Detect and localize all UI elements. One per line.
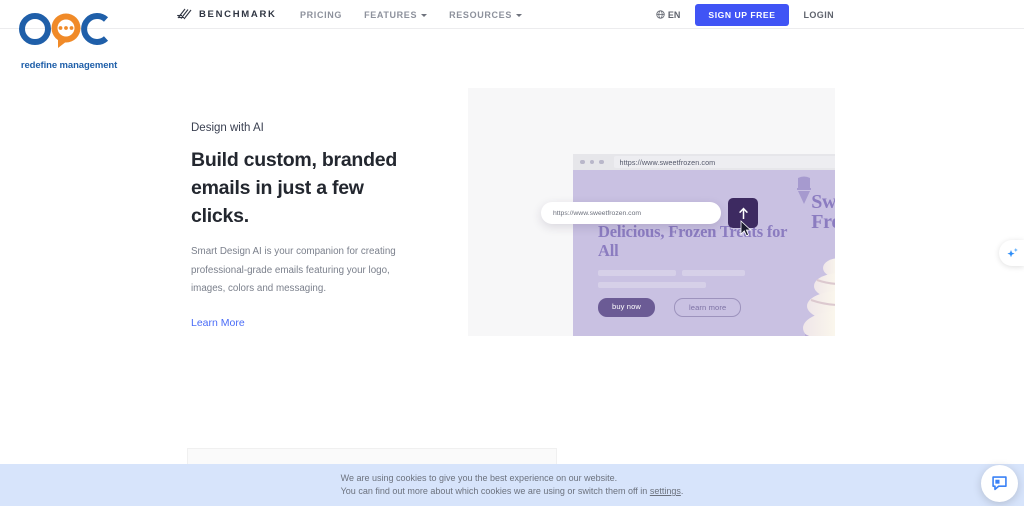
hero-copy: Design with AI Build custom, branded ema… <box>191 122 401 331</box>
cookie-message-line-2: You can find out more about which cookie… <box>341 485 684 498</box>
wordmark-line-2: Frozen <box>811 211 835 233</box>
cookie-line2-prefix: You can find out more about which cookie… <box>340 486 650 496</box>
cookie-message-line-1: We are using cookies to give you the bes… <box>340 473 618 483</box>
promo-heading: Delicious, Frozen Treats for All <box>598 222 788 260</box>
arrow-up-icon <box>738 207 748 219</box>
skeleton-line <box>598 270 676 276</box>
soft-serve-swirl-image <box>803 258 835 336</box>
promo-buttons: buy now learn more <box>598 298 742 317</box>
url-input-field[interactable]: https://www.sweetfrozen.com <box>541 202 721 224</box>
hero-media-card: https://www.sweetfrozen.com Delicious, F… <box>468 88 835 336</box>
site-header: BENCHMARK PRICING FEATURES RESOURCES EN … <box>0 0 1024 29</box>
window-dot-icon <box>589 159 594 165</box>
signup-button[interactable]: SIGN UP FREE <box>695 3 789 26</box>
benchmark-wordmark: BENCHMARK <box>199 8 277 20</box>
language-selector[interactable]: EN <box>656 9 681 20</box>
chevron-down-icon <box>515 13 522 17</box>
nav-item-resources[interactable]: RESOURCES <box>449 10 522 20</box>
main-nav: PRICING FEATURES RESOURCES <box>300 0 522 29</box>
email-preview: Delicious, Frozen Treats for All buy now… <box>573 170 835 336</box>
ooc-logo-icon <box>19 13 109 48</box>
nav-item-label: PRICING <box>300 9 343 20</box>
header-actions: EN SIGN UP FREE LOGIN <box>656 0 834 29</box>
skeleton-line <box>682 270 745 276</box>
browser-mockup: https://www.sweetfrozen.com Delicious, F… <box>573 154 835 336</box>
learn-more-link[interactable]: Learn More <box>191 317 245 329</box>
nav-item-label: RESOURCES <box>449 9 512 20</box>
cookie-settings-link[interactable]: settings <box>650 486 681 496</box>
nav-item-pricing[interactable]: PRICING <box>300 10 342 20</box>
benchmark-slashes-icon <box>177 8 192 20</box>
browser-url-bar: https://www.sweetfrozen.com <box>613 156 835 168</box>
hero-description: Smart Design AI is your companion for cr… <box>191 246 396 294</box>
chat-widget-button[interactable] <box>981 465 1018 502</box>
skeleton-line <box>598 282 706 288</box>
ooc-logo-tagline: redefine management <box>20 60 118 71</box>
language-label: EN <box>667 9 681 20</box>
nav-item-label: FEATURES <box>364 9 418 20</box>
browser-chrome-bar: https://www.sweetfrozen.com <box>573 154 835 170</box>
login-link[interactable]: LOGIN <box>804 10 835 20</box>
window-dot-icon <box>580 159 585 165</box>
chevron-down-icon <box>421 13 428 17</box>
buy-now-button[interactable]: buy now <box>598 298 655 317</box>
chat-bubble-icon <box>992 476 1007 491</box>
learn-more-button[interactable]: learn more <box>673 298 742 317</box>
hero-eyebrow: Design with AI <box>191 122 264 134</box>
wordmark-line-1: Sweet <box>811 191 835 213</box>
sparkle-ai-icon <box>1006 248 1018 258</box>
ooc-logo-mark <box>14 10 124 48</box>
window-dot-icon <box>599 159 604 165</box>
globe-icon <box>656 10 665 19</box>
ooc-brand-logo[interactable]: redefine management <box>14 10 124 71</box>
hero-title: Build custom, branded emails in just a f… <box>191 149 398 227</box>
nav-item-features[interactable]: FEATURES <box>364 9 428 20</box>
page-root: BENCHMARK PRICING FEATURES RESOURCES EN … <box>0 0 1024 506</box>
cookie-consent-banner: We are using cookies to give you the bes… <box>0 464 1024 506</box>
sweet-frozen-wordmark: Sweet Frozen <box>811 192 835 232</box>
cookie-line2-suffix: . <box>680 486 684 496</box>
mouse-pointer-icon <box>740 220 752 237</box>
cookie-message: We are using cookies to give you the bes… <box>341 472 684 498</box>
ai-assistant-tab[interactable] <box>999 240 1024 266</box>
benchmark-logo[interactable]: BENCHMARK <box>176 6 277 22</box>
